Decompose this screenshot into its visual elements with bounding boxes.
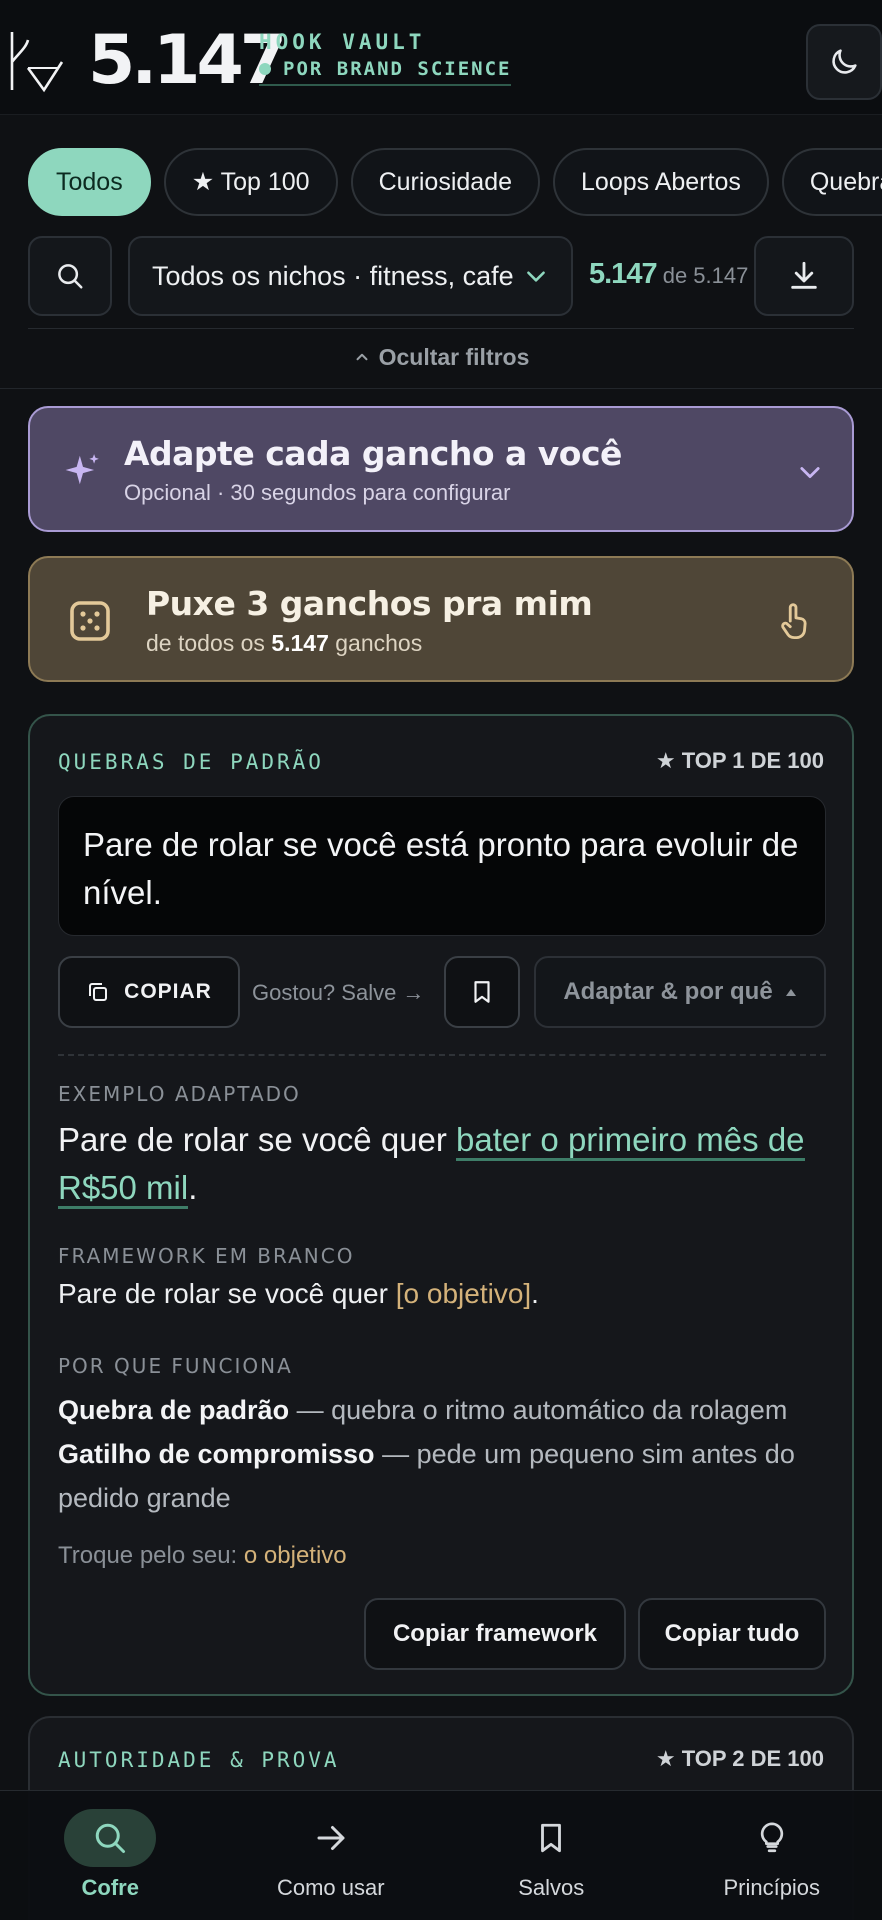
adapt-banner[interactable]: Adapte cada gancho a você Opcional · 30 … — [28, 406, 854, 532]
pull-sub-prefix: de todos os — [146, 630, 265, 656]
download-button[interactable] — [754, 236, 854, 316]
framework-placeholder: [o objetivo] — [395, 1278, 532, 1309]
results-shown: 5.147 — [589, 258, 658, 290]
swap-prefix: Troque pelo seu: — [58, 1542, 244, 1569]
chip-todos[interactable]: Todos — [28, 148, 151, 216]
nav-label: Salvos — [518, 1875, 585, 1900]
hook-category: QUEBRAS DE PADRÃO — [58, 750, 324, 774]
nav-label: Como usar — [276, 1875, 385, 1900]
copy-all-button[interactable]: Copiar tudo — [638, 1598, 826, 1670]
save-hint: Gostou? Salve → — [252, 980, 425, 1005]
search-icon — [58, 264, 83, 289]
chip-top-100[interactable]: ★ Top 100 — [163, 148, 338, 216]
nav-item-cofre[interactable]: Cofre — [0, 1791, 221, 1920]
why-it-works: Quebra de padrão — quebra o ritmo automá… — [58, 1388, 838, 1520]
nav-icon-wrap — [285, 1809, 377, 1867]
tap-hand-icon — [781, 603, 807, 640]
nav-label: Cofre — [81, 1875, 139, 1900]
chip-loops-abertos[interactable]: Loops Abertos — [553, 148, 769, 216]
sparkle-icon — [65, 454, 99, 485]
pull-banner-title: Puxe 3 ganchos pra mim — [146, 584, 593, 623]
hide-filters-label: Ocultar filtros — [378, 344, 530, 370]
adapt-banner-subtitle: Opcional · 30 segundos para configurar — [124, 480, 511, 505]
chip-curiosidade[interactable]: Curiosidade — [350, 148, 541, 216]
niche-select[interactable]: Todos os nichos · fitness, cafe — [128, 236, 573, 316]
example-label: EXEMPLO ADAPTADO — [58, 1082, 301, 1106]
divider — [28, 328, 854, 329]
example-prefix: Pare de rolar se você quer — [58, 1121, 457, 1158]
hook-vault-logo — [10, 32, 64, 93]
niche-select-value: Todos os nichos · fitness, cafe — [152, 260, 513, 291]
bookmark-icon — [474, 981, 490, 1003]
dashed-divider — [58, 1054, 826, 1056]
download-icon — [791, 261, 817, 289]
pull-sub-count: 5.147 — [271, 630, 329, 656]
bottom-nav: Cofre Como usar Salvos Princípios — [0, 1790, 882, 1920]
nav-item-principios[interactable]: Princípios — [662, 1791, 882, 1920]
swap-value: o objetivo — [243, 1542, 347, 1569]
category-chips: Todos ★ Top 100 Curiosidade Loops Aberto… — [28, 148, 882, 216]
total-hooks-count: 5.147 — [88, 21, 287, 100]
adapted-example: Pare de rolar se você quer bater o prime… — [58, 1116, 828, 1212]
results-counter: 5.147 de 5.147 — [589, 258, 748, 291]
nav-item-salvos[interactable]: Salvos — [441, 1791, 662, 1920]
hook-card: QUEBRAS DE PADRÃO ★ TOP 1 DE 100 Pare de… — [28, 714, 854, 1696]
reason-item: Gatilho de compromisso — pede um pequeno… — [58, 1432, 838, 1520]
lightbulb-icon — [760, 1822, 783, 1853]
framework-label: FRAMEWORK EM BRANCO — [58, 1244, 355, 1268]
blank-framework: Pare de rolar se você quer [o objetivo]. — [58, 1278, 539, 1310]
save-hook-button[interactable] — [444, 956, 520, 1028]
framework-suffix: . — [531, 1278, 539, 1309]
hook-text: Pare de rolar se você está pronto para e… — [58, 796, 826, 936]
theme-toggle-button[interactable] — [806, 24, 882, 100]
adapt-and-why-button[interactable]: Adaptar & por quê — [534, 956, 826, 1028]
status-dot-icon — [259, 63, 271, 75]
reason-item: Quebra de padrão — quebra o ritmo automá… — [58, 1388, 838, 1432]
copy-framework-button[interactable]: Copiar framework — [364, 1598, 626, 1670]
example-suffix: . — [188, 1169, 198, 1206]
hide-filters-toggle[interactable]: Ocultar filtros — [0, 344, 882, 371]
copy-hook-button[interactable]: COPIAR — [58, 956, 240, 1028]
chip-quebras-de-padrao[interactable]: Quebras de Padrão — [781, 148, 882, 216]
results-total: de 5.147 — [662, 263, 749, 288]
nav-icon-wrap — [726, 1809, 818, 1867]
reason-desc: — quebra o ritmo automático da rolagem — [289, 1395, 788, 1425]
swap-hint: Troque pelo seu: o objetivo — [58, 1542, 347, 1570]
moon-icon — [832, 49, 857, 74]
nav-item-como-usar[interactable]: Como usar — [221, 1791, 442, 1920]
brand-subtitle: POR BRAND SCIENCE — [259, 58, 512, 86]
copy-hook-label: COPIAR — [124, 980, 212, 1003]
search-button[interactable] — [28, 236, 112, 316]
adapt-and-why-label: Adaptar & por quê — [563, 978, 773, 1005]
caret-up-icon — [785, 989, 796, 996]
chevron-down-icon — [800, 467, 820, 479]
copy-icon — [89, 983, 108, 1001]
arrow-right-icon — [317, 1826, 345, 1850]
chevron-down-icon — [527, 271, 545, 282]
pull-sub-suffix: ganchos — [335, 630, 423, 656]
reason-name: Gatilho de compromisso — [58, 1439, 375, 1469]
divider — [0, 388, 882, 389]
hook-rank-badge: ★ TOP 2 DE 100 — [655, 1746, 824, 1771]
hook-category: AUTORIDADE & PROVA — [58, 1748, 340, 1772]
bookmark-icon — [541, 1823, 562, 1853]
brand-subtitle-text: POR BRAND SCIENCE — [283, 58, 512, 80]
search-icon — [96, 1823, 126, 1853]
framework-prefix: Pare de rolar se você quer — [58, 1278, 396, 1309]
brand-title: HOOK VAULT — [259, 30, 426, 54]
reason-name: Quebra de padrão — [58, 1395, 290, 1425]
pull-banner-subtitle: de todos os 5.147 ganchos — [146, 630, 422, 657]
app-header: 5.147 HOOK VAULT POR BRAND SCIENCE — [0, 0, 882, 115]
nav-label: Princípios — [723, 1875, 821, 1900]
hook-rank-badge: ★ TOP 1 DE 100 — [655, 748, 824, 773]
why-label: POR QUE FUNCIONA — [58, 1354, 293, 1378]
dice-icon — [70, 601, 110, 641]
adapt-banner-title: Adapte cada gancho a você — [124, 434, 622, 473]
nav-icon-wrap — [64, 1809, 157, 1867]
pull-hooks-banner[interactable]: Puxe 3 ganchos pra mim de todos os 5.147… — [28, 556, 854, 682]
nav-icon-wrap — [505, 1809, 597, 1867]
chevron-up-icon — [356, 353, 368, 361]
